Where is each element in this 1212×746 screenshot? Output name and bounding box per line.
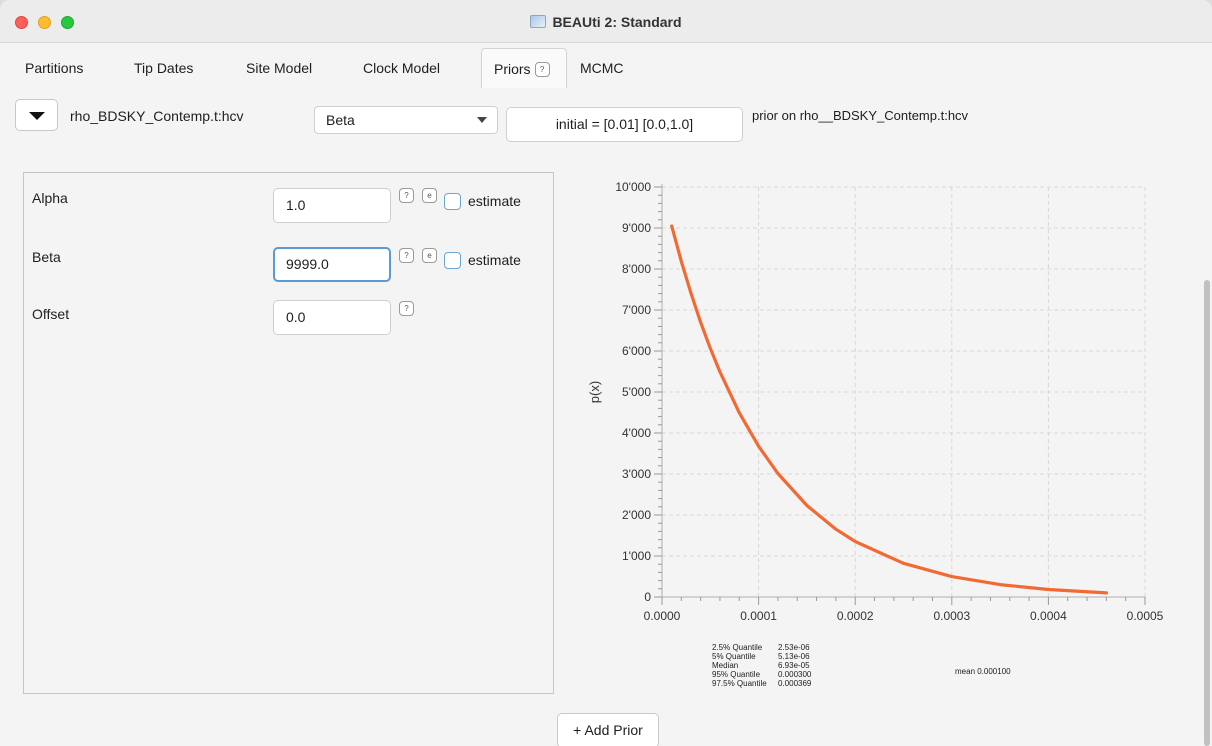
initial-value-button[interactable]: initial = [0.01] [0.0,1.0] [506,107,743,142]
help-icon[interactable]: ? [399,301,414,316]
prior-density-chart: 0.0000 0.0001 0.0002 0.0003 0.0004 0.0005 0 1'0… [587,180,1164,623]
x-tick-label: 0.0000 [644,609,681,623]
tab-partitions[interactable]: Partitions [13,48,95,88]
help-icon[interactable]: ? [534,62,550,77]
parameters-panel: Alpha 1.0 ? e estimate Beta 9999.0 ? e e… [23,172,554,694]
y-tick-label: 7'000 [622,303,651,317]
stat-row: 5% Quantile 5.13e-06 [712,652,811,661]
alpha-estimate-label: estimate [468,193,521,209]
chevron-down-icon [477,117,487,123]
tab-priors-label: Priors [494,61,531,77]
x-tick-label: 0.0002 [837,609,874,623]
tab-priors[interactable]: Priors? [481,48,567,88]
tab-mcmc[interactable]: MCMC [568,48,636,88]
prior-description: prior on rho__BDSKY_Contemp.t:hcv [752,108,969,123]
parameter-name: rho_BDSKY_Contemp.t:hcv [70,108,244,124]
y-tick-label: 4'000 [622,426,651,440]
alpha-estimate-checkbox[interactable] [444,193,461,210]
stat-row: 95% Quantile 0.000300 [712,670,811,679]
alpha-input[interactable]: 1.0 [273,188,391,223]
offset-input[interactable]: 0.0 [273,300,391,335]
stat-value: 0.000300 [778,670,812,679]
x-tick-label: 0.0004 [1030,609,1067,623]
y-tick-label: 5'000 [622,385,651,399]
expand-prior-button[interactable] [15,99,58,131]
y-tick-label: 8'000 [622,262,651,276]
distribution-value: Beta [326,112,355,128]
mean-label: mean 0.000100 [955,667,1011,676]
density-line [670,224,1108,595]
beta-label: Beta [32,249,61,265]
x-tick-label: 0.0005 [1127,609,1164,623]
y-tick-label: 0 [644,590,651,604]
title-bar: BEAUti 2: Standard [0,0,1212,43]
offset-label: Offset [32,306,70,322]
prior-row: rho_BDSKY_Contemp.t:hcv Beta initial = [… [0,91,1212,151]
alpha-label: Alpha [32,190,68,206]
edit-icon[interactable]: e [422,188,437,203]
stat-row: Median 6.93e-05 [712,661,811,670]
y-tick-label: 10'000 [615,180,651,194]
stat-key: 5% Quantile [712,652,756,661]
y-tick-label: 1'000 [622,549,651,563]
beta-input[interactable]: 9999.0 [273,247,391,282]
tab-tip-dates[interactable]: Tip Dates [122,48,205,88]
vertical-scrollbar[interactable] [1204,280,1210,746]
y-axis-label: p(x) [587,381,602,403]
x-tick-label: 0.0001 [740,609,777,623]
triangle-down-icon [29,112,45,120]
y-tick-label: 9'000 [622,221,651,235]
window-title: BEAUti 2: Standard [0,0,1212,43]
x-tick-label: 0.0003 [933,609,970,623]
tab-clock-model[interactable]: Clock Model [351,48,452,88]
edit-icon[interactable]: e [422,248,437,263]
help-icon[interactable]: ? [399,188,414,203]
beta-estimate-label: estimate [468,252,521,268]
stat-value: 5.13e-06 [778,652,810,661]
stat-row: 97.5% Quantile 0.000369 [712,679,811,688]
app-icon [530,15,547,28]
stat-value: 6.93e-05 [778,661,810,670]
stat-key: 97.5% Quantile [712,679,767,688]
help-icon[interactable]: ? [399,248,414,263]
stat-key: 95% Quantile [712,670,761,679]
y-tick-label: 6'000 [622,344,651,358]
window-title-text: BEAUti 2: Standard [552,13,682,30]
beauti-window: BEAUti 2: Standard Partitions Tip Dates … [0,0,1212,746]
y-tick-label: 3'000 [622,467,651,481]
quantile-stats: 2.5% Quantile 2.53e-06 5% Quantile 5.13e-0… [712,643,811,688]
stat-key: Median [712,661,739,670]
stat-key: 2.5% Quantile [712,643,763,652]
beta-estimate-checkbox[interactable] [444,252,461,269]
stat-row: 2.5% Quantile 2.53e-06 [712,643,811,652]
tab-site-model[interactable]: Site Model [234,48,324,88]
stat-value: 0.000369 [778,679,812,688]
distribution-select[interactable]: Beta [314,106,498,134]
y-tick-label: 2'000 [622,508,651,522]
tab-bar: Partitions Tip Dates Site Model Clock Mo… [0,43,1212,91]
stat-value: 2.53e-06 [778,643,810,652]
add-prior-button[interactable]: + Add Prior [557,713,659,746]
